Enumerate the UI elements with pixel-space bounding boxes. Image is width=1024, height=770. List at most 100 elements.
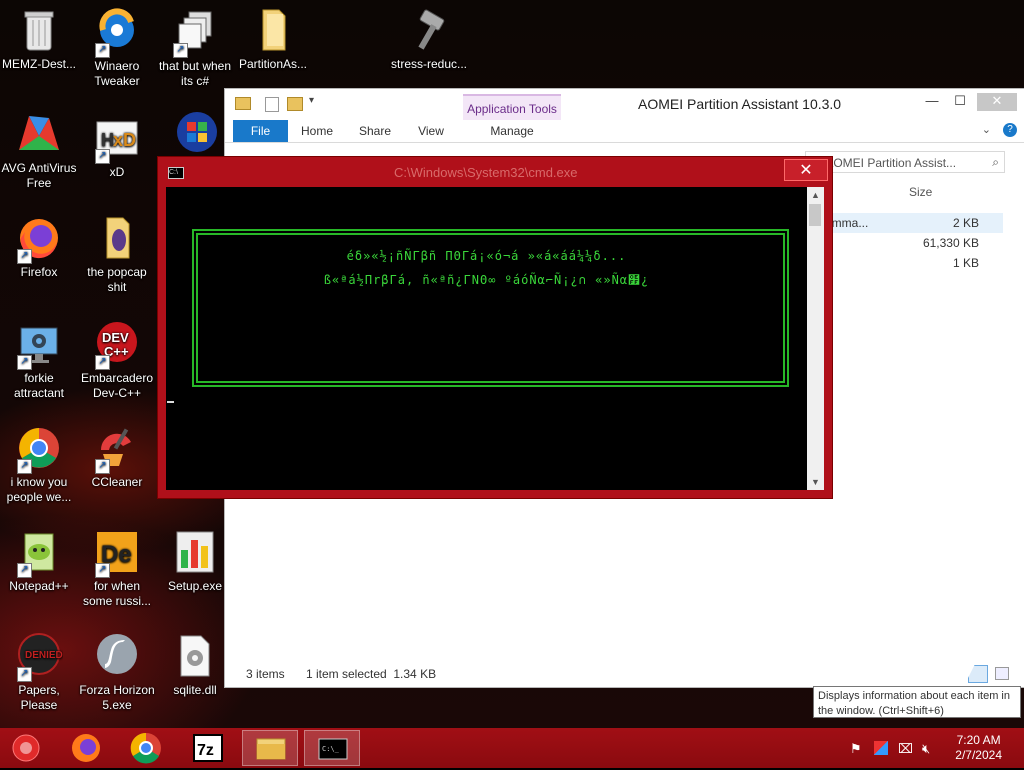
dll-gear-icon [171, 632, 219, 680]
desktop-icon-notepadpp[interactable]: ↗ Notepad++ [0, 528, 78, 594]
start-orb-icon [12, 734, 40, 762]
quick-access-folder-icon[interactable] [235, 97, 251, 110]
desktop-icon-forkie[interactable]: ↗ forkie attractant [0, 320, 78, 401]
desktop-icon-label: the popcap shit [87, 265, 147, 294]
scroll-up-arrow-icon[interactable]: ▲ [807, 187, 824, 203]
clock[interactable]: 7:20 AM 2/7/2024 [955, 733, 1002, 763]
network-icon[interactable]: ⌧ [898, 741, 913, 757]
action-center-flag-icon[interactable]: ⚑ [850, 741, 862, 757]
maximize-button[interactable]: ☐ [947, 93, 973, 111]
help-icon[interactable]: ? [1003, 123, 1017, 137]
scroll-down-arrow-icon[interactable]: ▼ [807, 474, 824, 490]
desktop-icon-label: i know you people we... [6, 475, 72, 504]
desktop-icon-popcap[interactable]: the popcap shit [78, 214, 156, 295]
console-scrollbar[interactable]: ▲ ▼ [807, 187, 824, 490]
desktop-icon-sqlite[interactable]: sqlite.dll [156, 632, 234, 698]
firefox-icon [72, 734, 100, 762]
scroll-thumb[interactable] [809, 204, 821, 226]
minimize-button[interactable]: — [919, 93, 945, 111]
desktop-icon-label: Firefox [20, 265, 58, 279]
console-window[interactable]: C:\ C:\Windows\System32\cmd.exe ✕ éδ»«½¡… [157, 156, 833, 499]
desktop-icon-memz[interactable]: MEMZ-Dest... [0, 6, 78, 72]
ribbon-tabs: File Home Share View Manage ⌄ ? [225, 120, 1024, 143]
shortcut-arrow-icon: ↗ [17, 667, 32, 682]
desktop-icon-devcpp[interactable]: DEV C++ ↗ Embarcadero Dev-C++ [78, 320, 156, 401]
avg-icon [15, 110, 63, 158]
status-item-count: 3 items [246, 667, 285, 681]
desktop-icon-papers-please[interactable]: DENIED ↗ Papers, Please [0, 632, 78, 713]
file-size: 1 KB [952, 256, 979, 270]
hammer-icon [405, 6, 453, 54]
close-button[interactable]: ✕ [977, 93, 1017, 111]
text-cursor [167, 401, 174, 403]
desktop-icon-partitionas[interactable]: PartitionAs... [234, 6, 312, 72]
hxd-icon: HxD ↗ [93, 114, 141, 164]
column-header-size[interactable]: Size [909, 185, 932, 199]
desktop-icon-label: Setup.exe [167, 579, 223, 593]
explorer-titlebar[interactable]: ▾ Application Tools AOMEI Partition Assi… [225, 89, 1024, 124]
file-row[interactable]: s Comma... 2 KB [803, 213, 1003, 233]
search-input[interactable]: ch AOMEI Partition Assist... [805, 151, 1005, 173]
shortcut-arrow-icon: ↗ [173, 43, 188, 58]
shortcut-arrow-icon: ↗ [17, 355, 32, 370]
desktop-icon-setup[interactable]: Setup.exe [156, 528, 234, 594]
chrome-icon: ↗ [15, 424, 63, 474]
large-icons-view-icon[interactable] [995, 667, 1009, 680]
console-output[interactable]: éδ»«½¡ñÑΓβñ ΠΘΓá¡«ó¬á »«á«áá¼¼δ... ß«ªá½… [166, 187, 807, 490]
de-icon: De ↗ [93, 528, 141, 578]
tab-view[interactable]: View [409, 120, 453, 142]
tab-manage[interactable]: Manage [463, 120, 561, 142]
copy-windows-icon: ↗ [171, 8, 219, 58]
desktop-icon-ccleaner[interactable]: ↗ CCleaner [78, 424, 156, 490]
shield-tray-icon[interactable] [874, 741, 888, 755]
monitor-gear-icon: ↗ [15, 320, 63, 370]
desktop-icon-xd[interactable]: HxD ↗ xD [78, 114, 156, 180]
close-button[interactable]: ✕ [784, 159, 828, 181]
desktop-icon-label: PartitionAs... [238, 57, 308, 71]
taskbar: 7z C:\_ ⚑ ⌧ 🔇︎ 7:20 AM 2/7/2024 [0, 728, 1024, 768]
desktop-icon-avg[interactable]: AVG AntiVirus Free [0, 110, 78, 191]
desktop-icon-stress-reduc[interactable]: stress-reduc... [390, 6, 468, 72]
ccleaner-icon: ↗ [93, 424, 141, 474]
shortcut-arrow-icon: ↗ [95, 459, 110, 474]
console-titlebar[interactable]: C:\ C:\Windows\System32\cmd.exe ✕ [158, 157, 832, 187]
console-line-1: éδ»«½¡ñÑΓβñ ΠΘΓá¡«ó¬á »«á«áá¼¼δ... [346, 249, 627, 263]
7zip-icon: 7z [193, 734, 223, 762]
shortcut-arrow-icon: ↗ [95, 149, 110, 164]
svg-text:DEV: DEV [102, 330, 129, 345]
desktop-icon-that-but-when[interactable]: ↗ that but when its c# [156, 8, 234, 89]
cmd-icon: C:\ [168, 167, 184, 179]
customize-toolbar-icon[interactable]: ▾ [309, 95, 314, 106]
shortcut-arrow-icon: ↗ [95, 43, 110, 58]
clock-time: 7:20 AM [956, 733, 1001, 747]
search-icon[interactable]: ⌕ [992, 155, 999, 170]
file-row[interactable]: 1 KB [803, 253, 1003, 273]
taskbar-firefox[interactable] [58, 730, 114, 766]
console-title: C:\Windows\System32\cmd.exe [394, 165, 578, 180]
status-selection: 1 item selected 1.34 KB [306, 667, 437, 681]
desktop-icon-forza[interactable]: Forza Horizon 5.exe [78, 632, 156, 713]
tab-share[interactable]: Share [351, 120, 399, 142]
volume-muted-icon[interactable]: 🔇︎ [922, 741, 930, 757]
tab-file[interactable]: File [233, 120, 288, 142]
desktop-icon-de[interactable]: De ↗ for when some russi... [78, 528, 156, 609]
tab-home[interactable]: Home [295, 120, 339, 142]
taskbar-file-explorer[interactable] [242, 730, 298, 766]
taskbar-7zip[interactable]: 7z [180, 730, 236, 766]
desktop-icon-winaero[interactable]: ↗ Winaero Tweaker [78, 8, 156, 89]
taskbar-cmd[interactable]: C:\_ [304, 730, 360, 766]
file-size: 2 KB [952, 216, 979, 230]
file-size: 61,330 KB [922, 236, 979, 250]
console-line-2: ß«ªá½Πr­βΓá, ñ«ªñ¿ΓΝΘ∞ ºáóÑα⌐Ñ¡¿∩ «»Ñα໿¿ [323, 273, 650, 287]
start-button[interactable] [0, 730, 56, 766]
properties-icon[interactable] [265, 97, 279, 112]
new-folder-icon[interactable] [287, 97, 303, 111]
taskbar-chrome[interactable] [118, 730, 174, 766]
svg-text:C:\_: C:\_ [322, 745, 340, 753]
desktop-icon-firefox[interactable]: ↗ Firefox [0, 214, 78, 280]
clock-date: 2/7/2024 [955, 748, 1002, 762]
desktop-icon-chrome[interactable]: ↗ i know you people we... [0, 424, 78, 505]
file-row[interactable]: tion 61,330 KB [803, 233, 1003, 253]
expand-ribbon-chevron-icon[interactable]: ⌄ [982, 123, 991, 136]
file-explorer-icon [256, 738, 286, 760]
